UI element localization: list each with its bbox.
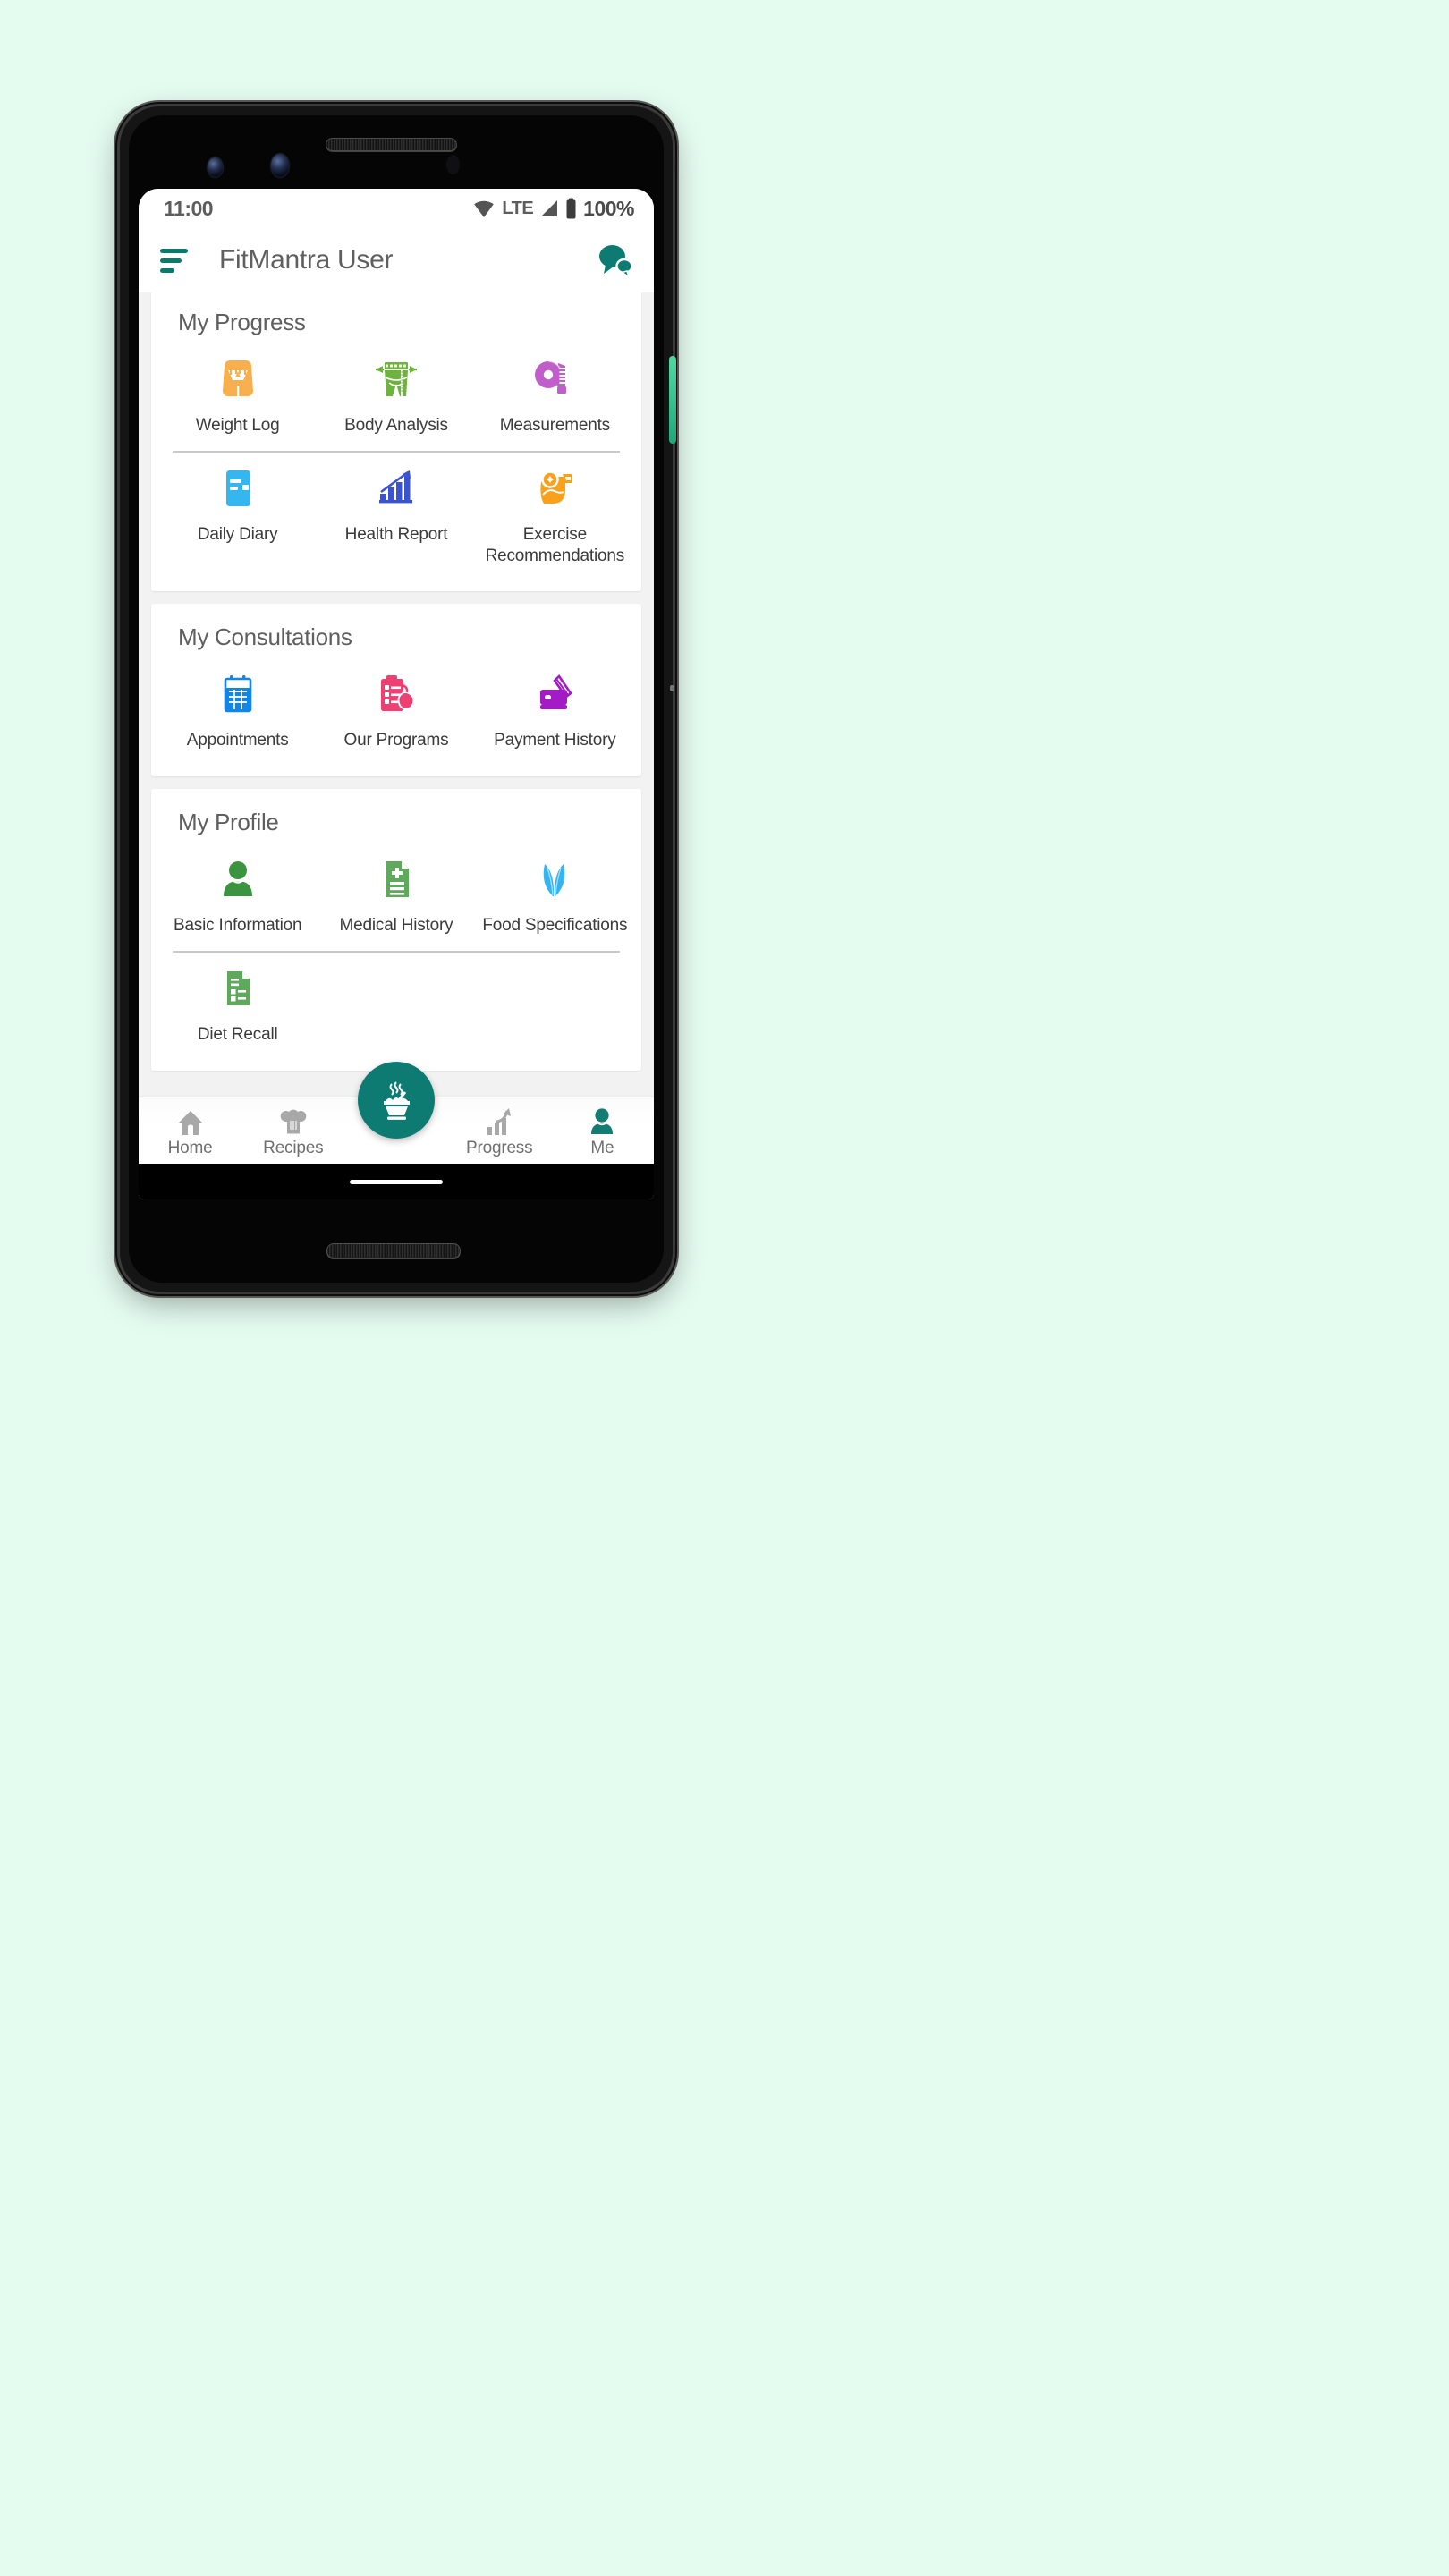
section-divider (173, 450, 620, 453)
nav-label: Me (590, 1139, 614, 1157)
tile-basic-information[interactable]: Basic Information (158, 845, 317, 945)
tile-label: Diet Recall (197, 1024, 278, 1044)
battery-full-icon (566, 198, 576, 219)
person-icon (589, 1106, 615, 1136)
wifi-icon (474, 200, 495, 217)
earpiece-speaker (326, 138, 457, 151)
tile-payment-history[interactable]: Payment History (476, 660, 634, 760)
tile-daily-diary[interactable]: Daily Diary (158, 454, 317, 576)
app-bar: FitMantra User (139, 228, 654, 292)
tile-grid-row: Appointments Our Programs Payment Histor… (158, 660, 634, 760)
section-card-my-consultations: My Consultations Appointments Our Progra… (151, 604, 641, 776)
clipboard-apple-icon (375, 673, 418, 716)
calendar-icon (218, 673, 258, 716)
body-measure-icon (373, 358, 419, 401)
navigation-gesture-area (139, 1164, 654, 1199)
section-card-my-progress: My Progress Weight Log Body Analysis Mea… (151, 292, 641, 592)
notebook-icon (218, 467, 258, 510)
tile-diet-recall[interactable]: Diet Recall (158, 954, 317, 1055)
status-bar: 11:00 LTE 100% (139, 189, 654, 228)
checklist-document-icon (218, 967, 258, 1010)
bar-chart-arrow-icon (375, 467, 418, 510)
tile-medical-history[interactable]: Medical History (317, 845, 475, 945)
battery-percent-label: 100% (583, 196, 634, 220)
wallet-card-icon (533, 673, 576, 716)
section-divider (173, 950, 620, 953)
nav-item-recipes[interactable]: Recipes (242, 1106, 344, 1158)
tile-our-programs[interactable]: Our Programs (317, 660, 475, 760)
tile-label: Measurements (499, 416, 610, 435)
tile-grid-row: Daily Diary Health Report Exercise Recom… (158, 454, 634, 576)
tile-empty-slot (476, 954, 634, 1055)
home-icon (176, 1106, 205, 1136)
tile-label: Exercise Recommendations (485, 524, 625, 565)
nav-item-home[interactable]: Home (139, 1106, 242, 1158)
section-card-my-profile: My Profile Basic Information Medical His… (151, 789, 641, 1071)
tile-label: Health Report (344, 524, 448, 544)
status-time: 11:00 (164, 196, 214, 220)
nav-label: Home (167, 1139, 213, 1157)
proximity-sensor (446, 155, 460, 174)
tile-label: Our Programs (343, 731, 449, 750)
leaves-icon (535, 858, 574, 901)
tile-label: Medical History (339, 916, 453, 935)
front-camera-lens-secondary (271, 154, 289, 177)
tile-label: Body Analysis (344, 416, 448, 435)
side-power-button[interactable] (669, 356, 676, 444)
tile-grid-row: Basic Information Medical History Food S… (158, 845, 634, 945)
status-indicators: LTE 100% (472, 197, 634, 221)
steaming-bowl-icon[interactable] (358, 1062, 435, 1139)
home-gesture-indicator[interactable] (350, 1179, 443, 1184)
nav-label: Recipes (263, 1139, 324, 1157)
screenshot-root: 11:00 LTE 100% FitMantra User My Progres… (0, 0, 1449, 2576)
tape-measure-icon (533, 358, 576, 401)
tile-label: Food Specifications (482, 916, 628, 935)
tile-food-specifications[interactable]: Food Specifications (476, 845, 634, 945)
flexed-bicep-icon (533, 467, 576, 510)
tile-grid-row: Weight Log Body Analysis Measurements (158, 345, 634, 445)
tile-health-report[interactable]: Health Report (317, 454, 475, 576)
nav-item-progress[interactable]: Progress (448, 1106, 551, 1158)
tile-body-analysis[interactable]: Body Analysis (317, 345, 475, 445)
tile-measurements[interactable]: Measurements (476, 345, 634, 445)
tile-appointments[interactable]: Appointments (158, 660, 317, 760)
nav-label: Progress (465, 1139, 533, 1157)
content-scroll-area[interactable]: My Progress Weight Log Body Analysis Mea… (139, 292, 654, 1097)
chef-hat-icon (279, 1106, 308, 1136)
hamburger-menu-icon[interactable] (160, 241, 199, 280)
page-title: FitMantra User (219, 245, 394, 275)
bottom-navigation-bar: Home Recipes Progress Me (139, 1062, 654, 1164)
tile-label: Payment History (494, 731, 616, 750)
network-type-label: LTE (502, 198, 534, 218)
section-title: My Profile (178, 809, 279, 835)
front-camera-lens (208, 157, 223, 177)
section-title: My Progress (178, 309, 306, 335)
tile-label: Weight Log (195, 416, 280, 435)
section-title: My Consultations (178, 623, 352, 651)
nav-item-me[interactable]: Me (551, 1106, 654, 1158)
tile-label: Daily Diary (197, 524, 278, 544)
chat-bubbles-icon[interactable] (597, 242, 634, 279)
bottom-speaker-grille (326, 1243, 461, 1258)
weight-scale-icon (218, 358, 258, 401)
side-microphone-hole (670, 685, 674, 691)
tile-grid-row: Diet Recall (158, 954, 634, 1055)
phone-screen: 11:00 LTE 100% FitMantra User My Progres… (139, 189, 654, 1199)
medical-document-icon (377, 858, 416, 901)
tile-weight-log[interactable]: Weight Log (158, 345, 317, 445)
tile-label: Basic Information (173, 916, 302, 935)
tile-label: Appointments (186, 731, 289, 750)
person-icon (218, 858, 258, 901)
cellular-signal-icon (541, 200, 558, 216)
tile-empty-slot (317, 954, 475, 1055)
tile-exercise-recommendations[interactable]: Exercise Recommendations (476, 454, 634, 576)
progress-chart-icon (485, 1106, 513, 1136)
